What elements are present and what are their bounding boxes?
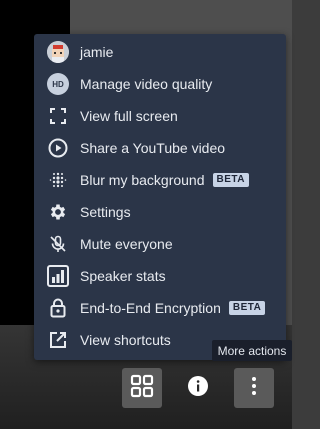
info-button[interactable] <box>178 368 218 408</box>
beta-badge: BETA <box>212 173 249 187</box>
blur-icon <box>46 168 70 192</box>
more-actions-tooltip: More actions <box>212 340 292 361</box>
menu-item-profile[interactable]: jamie <box>34 36 286 68</box>
menu-item-label: View shortcuts <box>80 332 171 348</box>
menu-item-label: Blur my background <box>80 172 205 188</box>
lock-icon <box>46 296 70 320</box>
menu-item-label: Share a YouTube video <box>80 140 226 156</box>
menu-item-label: Settings <box>80 204 131 220</box>
play-circle-icon <box>46 136 70 160</box>
overflow-menu: jamie HD Manage video quality View full … <box>34 34 286 360</box>
more-actions-button[interactable] <box>234 368 274 408</box>
menu-item-label: End-to-End Encryption <box>80 300 221 316</box>
gear-icon <box>46 200 70 224</box>
stats-icon <box>46 264 70 288</box>
menu-item-label: View full screen <box>80 108 178 124</box>
menu-item-speaker-stats[interactable]: Speaker stats <box>34 260 286 292</box>
menu-item-video-quality[interactable]: HD Manage video quality <box>34 68 286 100</box>
fullscreen-icon <box>46 104 70 128</box>
more-vertical-icon <box>251 376 257 401</box>
menu-item-label: Manage video quality <box>80 76 213 92</box>
menu-item-label: jamie <box>80 44 114 60</box>
menu-item-e2ee[interactable]: End-to-End Encryption BETA <box>34 292 286 324</box>
menu-item-fullscreen[interactable]: View full screen <box>34 100 286 132</box>
mic-off-icon <box>46 232 70 256</box>
grid-icon <box>130 374 154 403</box>
menu-item-share-youtube[interactable]: Share a YouTube video <box>34 132 286 164</box>
menu-item-settings[interactable]: Settings <box>34 196 286 228</box>
tile-view-button[interactable] <box>122 368 162 408</box>
menu-item-label: Mute everyone <box>80 236 173 252</box>
menu-item-blur-background[interactable]: Blur my background BETA <box>34 164 286 196</box>
info-icon <box>187 375 209 402</box>
user-avatar-icon <box>46 40 70 64</box>
menu-item-label: Speaker stats <box>80 268 166 284</box>
external-link-icon <box>46 328 70 352</box>
menu-item-mute-everyone[interactable]: Mute everyone <box>34 228 286 260</box>
beta-badge: BETA <box>228 301 266 315</box>
hd-icon: HD <box>46 72 70 96</box>
